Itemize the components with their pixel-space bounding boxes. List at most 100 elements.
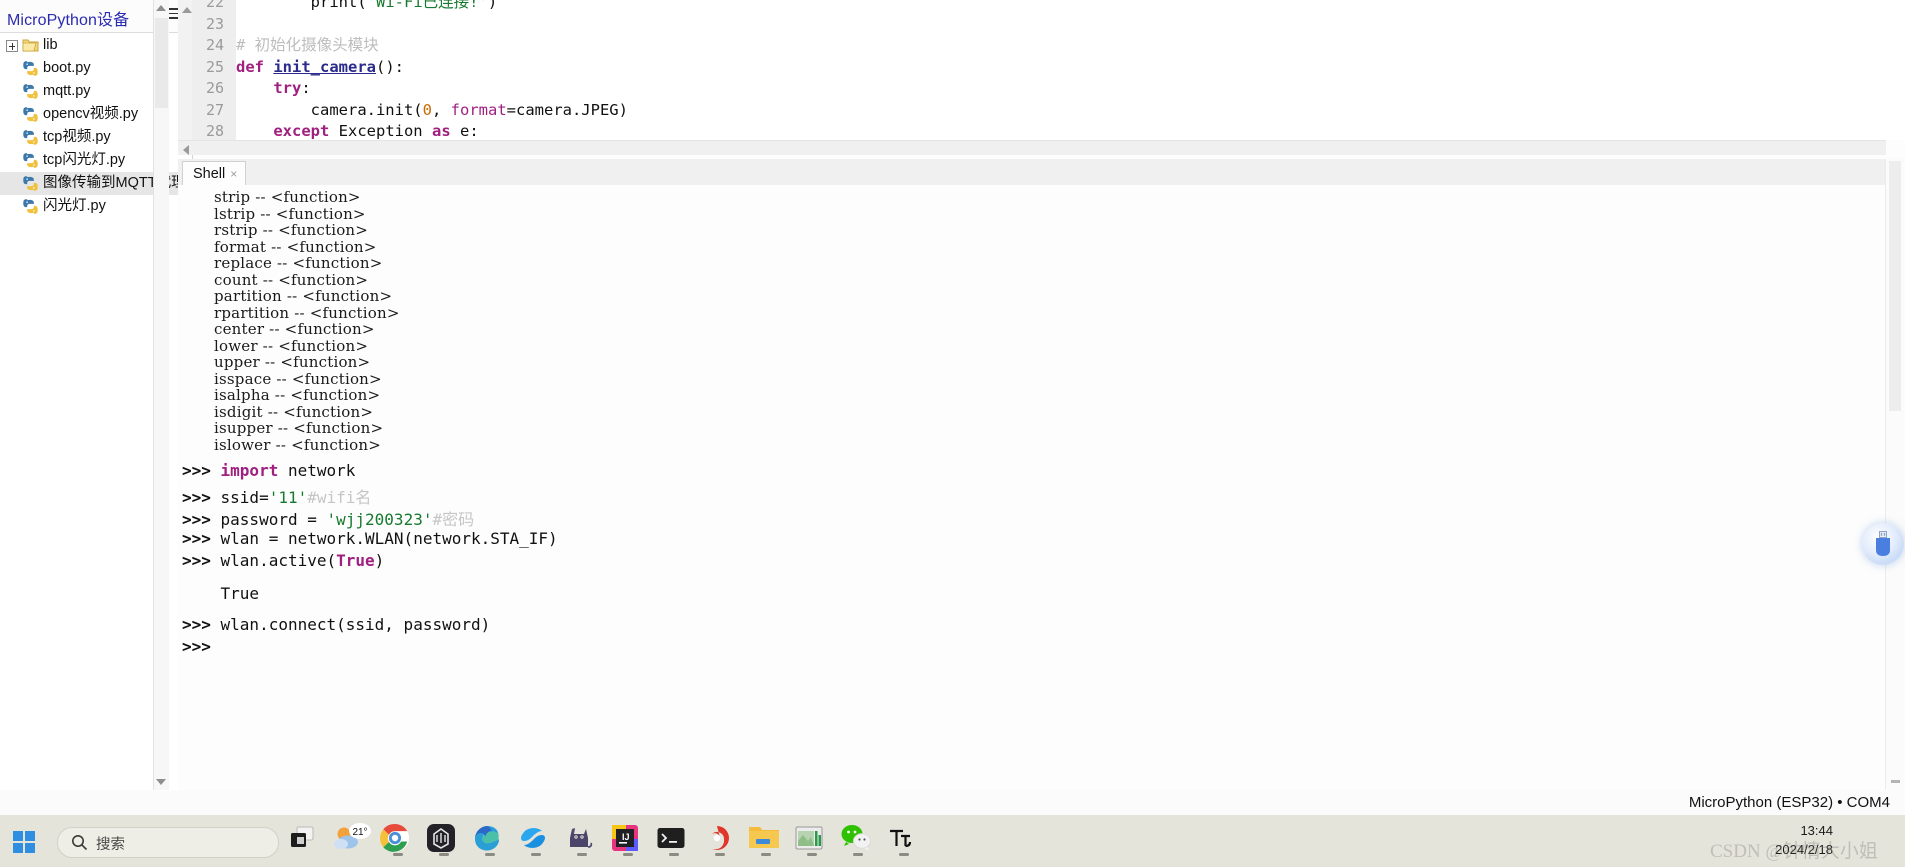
shell-scroll-down-icon[interactable] — [1891, 780, 1900, 783]
shell-token: '11' — [268, 487, 308, 507]
shell-output-line-4: replace -- <function> — [214, 254, 383, 272]
code-token: # 初始化摄像头模块 — [236, 36, 379, 54]
shell-result-line-5: True — [182, 583, 260, 603]
code-token: except — [273, 122, 339, 140]
svg-text:21°: 21° — [352, 827, 367, 838]
editor-code-area[interactable]: print('Wi-Fi已连接!') # 初始化摄像头模块 def init_cam… — [236, 0, 1905, 140]
microsoft-edge-icon[interactable] — [472, 823, 508, 859]
code-token: as — [431, 122, 460, 140]
terminal-icon[interactable] — [656, 823, 692, 859]
code-token: camera.init( — [236, 100, 423, 119]
shell-vertical-scrollbar[interactable] — [1885, 159, 1905, 790]
shell-output-line-8: center -- <function> — [214, 320, 375, 338]
scrollbar-thumb[interactable] — [155, 18, 168, 108]
code-token: 'Wi-Fi已连接!' — [366, 0, 488, 11]
shell-input-line-2[interactable]: >>> password = 'wjj200323'#密码 — [182, 506, 474, 530]
search-input[interactable]: 搜索 — [57, 827, 279, 858]
usb-drive-icon[interactable] — [1862, 523, 1904, 565]
shell-output-line-11: isspace -- <function> — [214, 369, 382, 388]
shell-prompt: >>> — [182, 551, 221, 570]
shell-tabbar: Shell × — [178, 159, 1905, 186]
scroll-down-arrow-icon[interactable] — [156, 779, 166, 785]
red-spiral-app-icon[interactable] — [702, 823, 738, 859]
shell-output-line-5: count -- <function> — [214, 270, 369, 289]
close-icon[interactable]: × — [230, 167, 237, 181]
shell-input-line-4[interactable]: >>> wlan.active(True) — [182, 551, 384, 570]
status-bar: MicroPython (ESP32) • COM4 — [0, 791, 1905, 815]
shell-prompt: >>> — [182, 614, 221, 634]
line-number: 24 — [205, 36, 224, 54]
start-button[interactable] — [13, 831, 35, 853]
sidebar-scrollbar[interactable] — [153, 0, 169, 790]
google-chrome-icon[interactable] — [380, 823, 416, 859]
shell-token: wlan.connect(ssid, password) — [220, 614, 491, 634]
scroll-left-arrow-icon[interactable] — [183, 145, 189, 155]
tab-shell[interactable]: Shell × — [182, 161, 247, 185]
code-editor[interactable]: print('Wi-Fi已连接!') # 初始化摄像头模块 def init_cam… — [178, 0, 1905, 140]
tree-item-label: 闪光灯.py — [43, 198, 106, 214]
shell-prompt: >>> — [182, 461, 221, 480]
intellij-idea-icon[interactable]: IJ — [610, 823, 646, 859]
shell-output-line-6: partition -- <function> — [214, 287, 393, 305]
code-token: format — [450, 100, 507, 119]
code-token: init_camera — [273, 57, 376, 76]
scroll-up-arrow-icon[interactable] — [156, 5, 166, 11]
running-indicator — [807, 853, 817, 856]
interpreter-status[interactable]: MicroPython (ESP32) • COM4 — [1689, 794, 1890, 811]
thonny-window: MicroPython设备 lib boot.py mqtt.py opencv视频.… — [0, 0, 1905, 815]
running-indicator — [393, 853, 403, 856]
weather-widget[interactable]: 21° — [334, 823, 371, 859]
shell-token: True — [220, 583, 260, 603]
blue-swirl-app-icon[interactable] — [518, 823, 554, 859]
shell-token: #wifi名 — [307, 487, 372, 507]
running-indicator — [899, 853, 909, 856]
python-file-icon — [22, 84, 39, 99]
file-explorer-icon[interactable] — [748, 823, 784, 859]
shell-output-line-12: isalpha -- <function> — [214, 386, 381, 404]
python-file-icon — [22, 199, 39, 214]
shell-input-line-6[interactable]: >>> wlan.connect(ssid, password) — [182, 615, 490, 634]
shell-input-line-3[interactable]: >>> wlan = network.WLAN(network.STA_IF) — [182, 529, 558, 548]
app-dark-icon[interactable] — [426, 823, 462, 859]
tree-item-label: tcp视频.py — [43, 129, 111, 145]
shell-token: ssid= — [220, 487, 269, 507]
device-file-panel: MicroPython设备 lib boot.py mqtt.py opencv视频.… — [0, 0, 193, 790]
thonny-icon[interactable] — [886, 823, 922, 859]
code-line-22: print('Wi-Fi已连接!') — [236, 0, 498, 14]
code-token: =camera.JPEG) — [506, 100, 628, 119]
shell-output-line-13: isdigit -- <function> — [214, 402, 374, 421]
shell-token: import — [220, 461, 288, 480]
shell-output[interactable]: strip -- <function> lstrip -- <function> r… — [178, 185, 1886, 790]
shell-input-line-7[interactable]: >>> — [182, 637, 221, 656]
python-file-icon — [22, 61, 39, 76]
shell-prompt: >>> — [182, 487, 221, 507]
editor-up-arrow-icon[interactable] — [182, 7, 192, 13]
running-indicator — [531, 853, 541, 856]
code-token: 0 — [422, 100, 432, 119]
running-indicator — [715, 853, 725, 856]
shell-output-line-1: lstrip -- <function> — [214, 204, 366, 223]
clock-time: 13:44 — [1800, 823, 1833, 838]
shell-output-line-7: rpartition -- <function> — [214, 303, 400, 322]
folder-icon — [22, 38, 39, 53]
presentation-app-icon[interactable] — [794, 823, 830, 859]
running-indicator — [577, 853, 587, 856]
shell-token: #密码 — [432, 510, 475, 529]
shell-token: True — [336, 551, 375, 570]
cat-app-icon[interactable] — [564, 823, 600, 859]
editor-horizontal-scrollbar[interactable] — [178, 140, 1886, 155]
shell-input-line-0[interactable]: >>> import network — [182, 461, 355, 480]
shell-output-line-2: rstrip -- <function> — [214, 221, 369, 239]
task-view-icon[interactable] — [288, 823, 324, 859]
code-token: e: — [459, 122, 479, 140]
shell-output-line-15: islower -- <function> — [214, 435, 382, 454]
clock[interactable]: 13:44 2024/2/18 — [1775, 822, 1833, 860]
shell-input-line-1[interactable]: >>> ssid='11'#wifi名 — [182, 484, 371, 508]
expand-icon[interactable] — [6, 39, 18, 52]
code-line-28: except Exception as e: — [236, 121, 479, 140]
shell-scrollbar-thumb[interactable] — [1889, 161, 1901, 411]
shell-token: 'wjj200323' — [326, 510, 433, 529]
wechat-icon[interactable] — [840, 823, 876, 859]
